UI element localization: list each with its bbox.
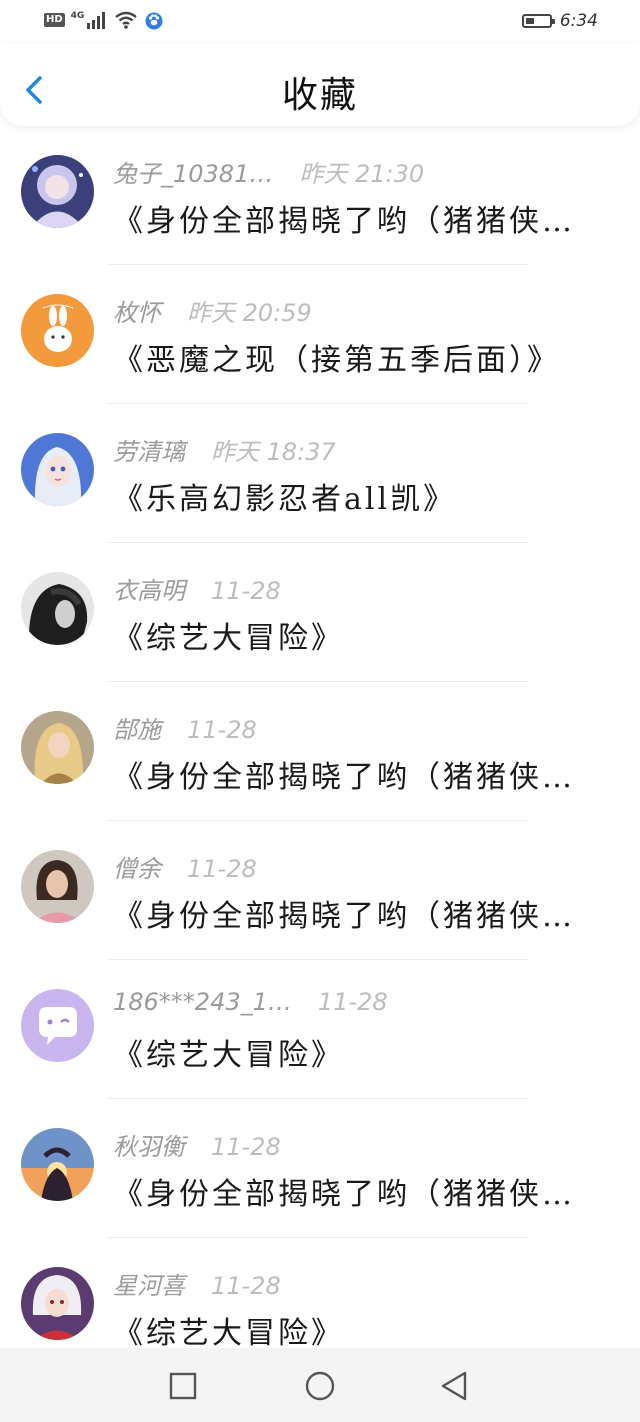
timestamp: 11-28: [211, 1133, 281, 1161]
item-meta: 枚怀 昨天 20:59: [113, 293, 312, 328]
timestamp: 11-28: [317, 988, 388, 1016]
item-meta: 劳清璃 昨天 18:37: [113, 432, 336, 467]
user-name: 衣高明: [113, 577, 185, 605]
user-name: 兔子_10381…: [113, 160, 274, 188]
network-label: 4G: [70, 11, 85, 21]
avatar-orange-rabbit: [21, 294, 94, 367]
back-triangle-icon: [441, 1371, 467, 1401]
timestamp: 昨天 18:37: [211, 438, 336, 466]
timestamp: 昨天 21:30: [299, 160, 425, 188]
work-title: 《综艺大冒险》: [113, 621, 344, 656]
work-title: 《身份全部揭晓了哟（猪猪侠…: [113, 899, 575, 934]
status-right: 6:34: [521, 11, 598, 31]
timestamp: 11-28: [187, 716, 257, 744]
status-time: 6:34: [559, 11, 598, 31]
header: 收藏: [0, 44, 640, 126]
back-nav-button[interactable]: [437, 1368, 473, 1404]
avatar-sunset-heart: [21, 1128, 94, 1201]
home-icon: [305, 1371, 335, 1401]
signal-icon: [87, 12, 106, 29]
list-item[interactable]: 秋羽衡 11-28 《身份全部揭晓了哟（猪猪侠…: [0, 1099, 640, 1238]
user-name: 秋羽衡: [113, 1133, 185, 1161]
battery-fill: [525, 18, 534, 24]
user-name: 僧余: [113, 855, 161, 883]
list-item[interactable]: 兔子_10381… 昨天 21:30 《身份全部揭晓了哟（猪猪侠…: [0, 126, 640, 265]
home-button[interactable]: [302, 1368, 338, 1404]
item-meta: 星河喜 11-28: [113, 1266, 281, 1301]
avatar-anime-white-hair: [21, 1267, 94, 1340]
favorites-list: 兔子_10381… 昨天 21:30 《身份全部揭晓了哟（猪猪侠… 枚怀 昨天 …: [0, 126, 640, 1348]
user-name: 枚怀: [113, 299, 161, 327]
work-title: 《综艺大冒险》: [113, 1038, 344, 1073]
item-meta: 郜施 11-28: [113, 710, 257, 745]
item-meta: 衣高明 11-28: [113, 571, 281, 606]
work-title: 《综艺大冒险》: [113, 1316, 344, 1348]
paw-icon: [145, 12, 163, 30]
avatar-blonde-girl: [21, 711, 94, 784]
status-bar: HD 4G 6:34: [0, 0, 640, 44]
list-item[interactable]: 劳清璃 昨天 18:37 《乐高幻影忍者all凯》: [0, 404, 640, 543]
avatar-elsa: [21, 433, 94, 506]
timestamp: 11-28: [211, 577, 281, 605]
system-nav-bar: [0, 1348, 640, 1422]
recent-apps-button[interactable]: [165, 1368, 201, 1404]
timestamp: 11-28: [187, 855, 257, 883]
user-name: 星河喜: [113, 1272, 185, 1300]
work-title: 《身份全部揭晓了哟（猪猪侠…: [113, 1177, 575, 1212]
work-title: 《身份全部揭晓了哟（猪猪侠…: [113, 760, 575, 795]
page-title: 收藏: [281, 75, 358, 116]
wifi-icon: [115, 11, 138, 29]
avatar-anime-girl-purple: [21, 155, 94, 228]
list-item[interactable]: 郜施 11-28 《身份全部揭晓了哟（猪猪侠…: [0, 682, 640, 821]
status-left: HD 4G: [44, 10, 164, 30]
item-meta: 僧余 11-28: [113, 849, 257, 884]
avatar-dark-boy: [21, 572, 94, 645]
work-title: 《乐高幻影忍者all凯》: [113, 482, 457, 517]
item-meta: 兔子_10381… 昨天 21:30: [113, 154, 424, 189]
avatar-chat-bubble: [21, 989, 94, 1062]
battery-icon: [521, 14, 555, 28]
work-title: 《恶魔之现（接第五季后面）》: [113, 343, 560, 378]
recent-apps-icon: [169, 1372, 197, 1400]
item-meta: 186***243_1… 11-28: [113, 988, 388, 1016]
item-meta: 秋羽衡 11-28: [113, 1127, 281, 1162]
list-item[interactable]: 衣高明 11-28 《综艺大冒险》: [0, 543, 640, 682]
hd-badge: HD: [44, 13, 65, 27]
user-name: 劳清璃: [113, 438, 185, 466]
timestamp: 11-28: [211, 1272, 281, 1300]
timestamp: 昨天 20:59: [187, 299, 312, 327]
list-item[interactable]: 枚怀 昨天 20:59 《恶魔之现（接第五季后面）》: [0, 265, 640, 404]
list-item[interactable]: 186***243_1… 11-28 《综艺大冒险》: [0, 960, 640, 1099]
work-title: 《身份全部揭晓了哟（猪猪侠…: [113, 204, 575, 239]
avatar-brunette-girl: [21, 850, 94, 923]
user-name: 郜施: [113, 716, 161, 744]
user-name: 186***243_1…: [113, 988, 292, 1016]
list-item[interactable]: 星河喜 11-28 《综艺大冒险》: [0, 1238, 640, 1348]
list-item[interactable]: 僧余 11-28 《身份全部揭晓了哟（猪猪侠…: [0, 821, 640, 960]
